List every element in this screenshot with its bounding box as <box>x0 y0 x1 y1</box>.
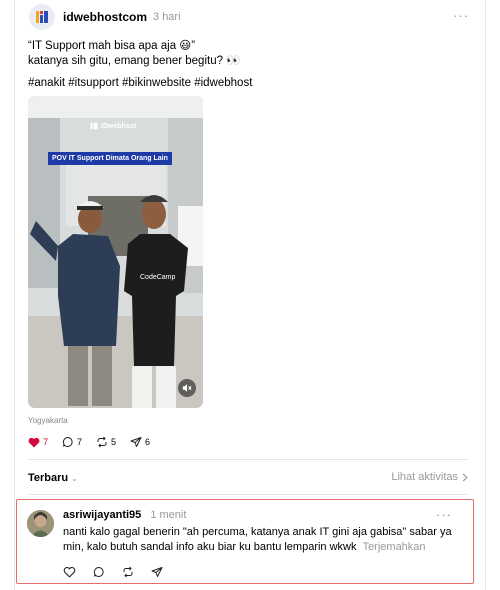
post-header: idwebhostcom 3 hari ··· <box>29 4 469 30</box>
post-author-name[interactable]: idwebhostcom <box>63 10 147 24</box>
divider <box>28 459 468 460</box>
share-icon <box>130 437 142 447</box>
commenter-name[interactable]: asriwijayanti95 <box>63 509 141 521</box>
author-avatar[interactable] <box>29 4 55 30</box>
commenter-name-row: asriwijayanti95 1 menit <box>63 509 186 521</box>
comment-icon <box>62 436 73 447</box>
shirt-text: CodeCamp <box>140 274 176 281</box>
caption-line: “IT Support mah bisa apa aja 😃” <box>28 40 196 52</box>
mute-button[interactable] <box>178 379 196 397</box>
post-hashtags[interactable]: #anakit #itsupport #bikinwebsite #idwebh… <box>28 77 252 89</box>
post-actions: 7 7 5 6 <box>28 436 164 448</box>
comment-item: asriwijayanti95 1 menit ··· nanti kalo g… <box>16 499 474 584</box>
more-icon[interactable]: ··· <box>436 507 452 522</box>
translate-link[interactable]: Terjemahkan <box>363 541 426 553</box>
repost-icon <box>97 436 107 448</box>
commenter-avatar[interactable] <box>27 510 54 537</box>
heart-icon[interactable] <box>63 566 76 578</box>
chevron-right-icon <box>462 472 468 482</box>
comment-button[interactable]: 7 <box>62 436 82 448</box>
like-button[interactable]: 7 <box>28 437 48 448</box>
media-logo-text: IDwebhost <box>101 122 137 130</box>
divider <box>28 494 468 495</box>
idwebhost-logo-icon <box>36 11 48 23</box>
media-logo: IDwebhost <box>90 122 136 130</box>
post-video[interactable]: CodeCamp IDwebhost POV IT Support Dimata… <box>28 96 203 408</box>
comment-count: 7 <box>77 437 83 447</box>
repost-icon[interactable] <box>122 566 134 578</box>
view-activity-label: Lihat aktivitas <box>391 471 458 483</box>
sort-dropdown[interactable]: Terbaru <box>28 472 68 484</box>
video-scene: CodeCamp <box>28 96 203 408</box>
chevron-down-icon[interactable]: ⌄ <box>71 474 78 483</box>
more-icon[interactable]: ··· <box>453 8 469 23</box>
comment-actions <box>63 566 163 578</box>
comment-icon[interactable] <box>93 566 105 578</box>
share-count: 6 <box>145 437 151 447</box>
mute-icon <box>182 384 192 392</box>
share-icon[interactable] <box>151 566 163 578</box>
repost-button[interactable]: 5 <box>96 436 116 448</box>
post-caption: “IT Support mah bisa apa aja 😃” katanya … <box>28 39 468 68</box>
repost-count: 5 <box>111 437 117 447</box>
heart-icon <box>28 437 40 447</box>
idwebhost-logo-icon <box>90 122 98 130</box>
share-button[interactable]: 6 <box>130 436 150 448</box>
post-location[interactable]: Yogyakarta <box>28 416 68 425</box>
post-time: 3 hari <box>153 11 181 23</box>
media-banner: POV IT Support Dimata Orang Lain <box>48 152 172 165</box>
avatar-photo <box>27 510 54 537</box>
comment-time: 1 menit <box>150 509 187 521</box>
caption-line: katanya sih gitu, emang bener begitu? 👀 <box>28 54 241 67</box>
view-activity-link[interactable]: Lihat aktivitas <box>391 471 468 483</box>
comments-sort-row: Terbaru ⌄ Lihat aktivitas <box>28 470 468 486</box>
comment-text-block: nanti kalo gagal benerin "ah percuma, ka… <box>63 525 458 555</box>
like-count: 7 <box>43 437 49 447</box>
